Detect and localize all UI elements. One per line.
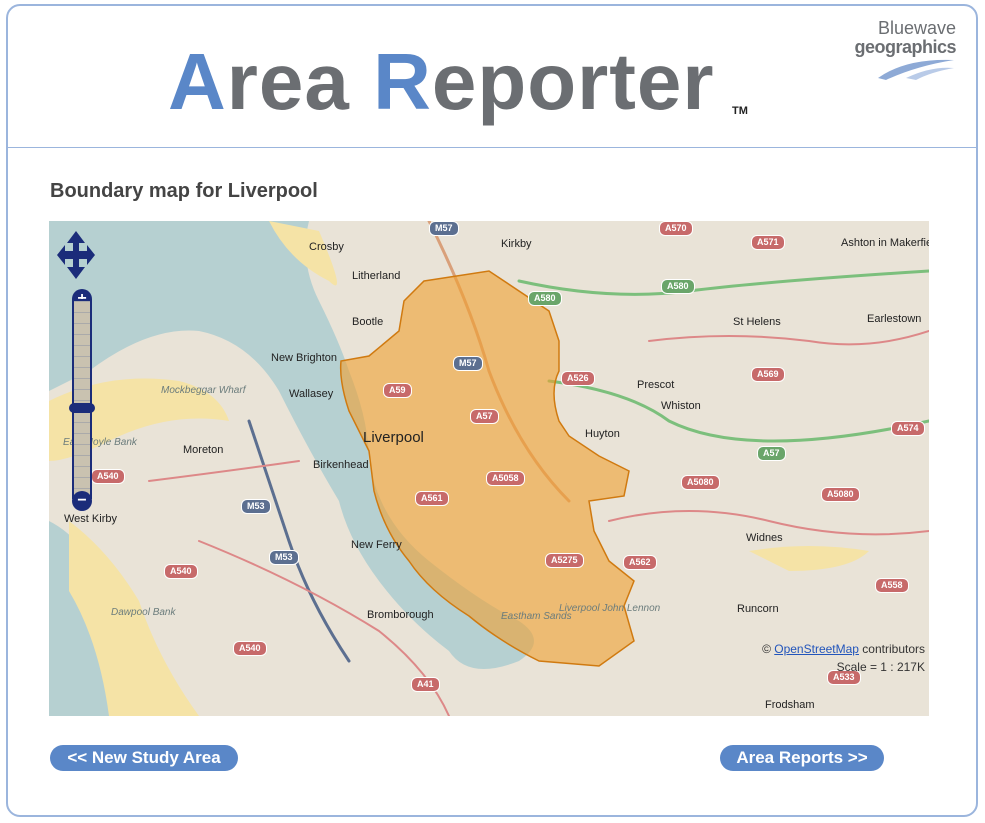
road-shield: A580	[661, 279, 695, 294]
road-shield: M53	[269, 550, 299, 565]
place-label: Litherland	[352, 270, 401, 282]
openstreetmap-link[interactable]: OpenStreetMap	[774, 642, 859, 656]
map-attribution: © OpenStreetMap contributors	[762, 642, 925, 656]
road-shield: A574	[891, 421, 925, 436]
road-shield: A540	[233, 641, 267, 656]
wave-icon	[878, 59, 954, 80]
place-label: Frodsham	[765, 699, 815, 711]
place-label: Whiston	[661, 400, 701, 412]
trademark: TM	[732, 105, 748, 117]
place-label: Widnes	[746, 532, 783, 544]
boundary-map[interactable]: Crosby Litherland Kirkby Bootle New Brighton…	[49, 221, 929, 716]
map-navigation[interactable]: + −	[57, 229, 95, 519]
zoom-slider[interactable]	[72, 299, 92, 499]
place-label: Liverpool	[363, 429, 424, 446]
pan-control-icon[interactable]	[57, 229, 95, 281]
place-label: Wallasey	[289, 388, 334, 400]
road-shield: A561	[415, 491, 449, 506]
road-shield: M57	[453, 356, 483, 371]
zoom-out-button[interactable]: −	[72, 491, 92, 511]
road-shield: A571	[751, 235, 785, 250]
place-label: Birkenhead	[313, 459, 369, 471]
map-scale: Scale = 1 : 217K	[836, 660, 925, 674]
place-label: Huyton	[585, 428, 620, 440]
header: Area Reporter TM Bluewave geographics	[8, 6, 976, 148]
road-shield: A41	[411, 677, 440, 692]
road-shield: A59	[383, 383, 412, 398]
app-title: Area Reporter	[168, 37, 715, 126]
place-label: Kirkby	[501, 238, 532, 250]
place-label: St Helens	[733, 316, 781, 328]
road-shield: A540	[164, 564, 198, 579]
road-shield: A5058	[486, 471, 525, 486]
road-shield: A526	[561, 371, 595, 386]
zoom-slider-handle[interactable]	[69, 403, 95, 414]
road-shield: A558	[875, 578, 909, 593]
place-label: New Brighton	[271, 352, 338, 364]
place-label: Bromborough	[367, 609, 434, 621]
road-shield: A57	[470, 409, 499, 424]
place-label: Bootle	[352, 316, 384, 328]
road-shield: A569	[751, 367, 785, 382]
water-label: Mockbeggar Wharf	[161, 385, 246, 396]
road-shield: A57	[757, 446, 786, 461]
water-label: Liverpool John Lennon	[559, 603, 661, 614]
new-study-area-button[interactable]: << New Study Area	[50, 745, 238, 771]
bluewave-logo[interactable]: Bluewave geographics	[846, 18, 957, 80]
water-label: Dawpool Bank	[111, 607, 176, 618]
place-label: Prescot	[637, 379, 675, 391]
place-label: Crosby	[309, 241, 344, 253]
road-shield: M53	[241, 499, 271, 514]
place-label: Moreton	[183, 444, 224, 456]
road-shield: M57	[429, 221, 459, 236]
area-reports-button[interactable]: Area Reports >>	[720, 745, 884, 771]
road-shield: A580	[528, 291, 562, 306]
road-shield: A5080	[681, 475, 720, 490]
road-shield: A570	[659, 221, 693, 236]
place-label: Ashton in Makerfie	[841, 237, 929, 249]
road-shield: A5080	[821, 487, 860, 502]
road-shield: A562	[623, 555, 657, 570]
place-label: New Ferry	[351, 539, 402, 551]
road-shield: A540	[91, 469, 125, 484]
place-label: Earlestown	[867, 313, 922, 325]
page-title: Boundary map for Liverpool	[50, 180, 318, 202]
road-shield: A5275	[545, 553, 584, 568]
place-label: Runcorn	[737, 603, 779, 615]
logo-top-text: Bluewave	[877, 18, 956, 38]
